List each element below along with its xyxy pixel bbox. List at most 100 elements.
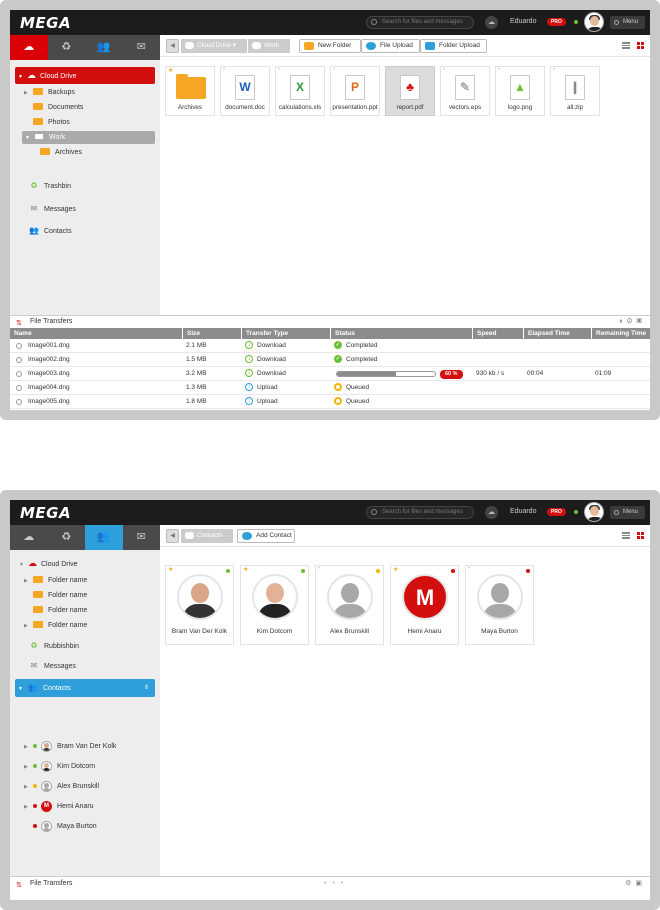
col-transfer-type[interactable]: Transfer Type	[241, 328, 330, 339]
row-select-icon[interactable]	[16, 399, 22, 405]
back-arrow-icon[interactable]: ◀	[166, 39, 179, 53]
col-elapsed-time[interactable]: Elapsed Time	[523, 328, 591, 339]
list-view-icon[interactable]	[622, 532, 630, 539]
contact-card[interactable]: ★ Kim Dotcom	[240, 565, 309, 645]
username[interactable]: Eduardo	[510, 18, 536, 25]
contacts-tab-icon[interactable]: 👥	[85, 525, 123, 550]
sidebar-item-messages[interactable]: ✉ Messages	[28, 659, 76, 673]
file-item[interactable]: • ♣ report.pdf	[385, 66, 435, 116]
tree-item-archives[interactable]: Archives	[40, 146, 82, 160]
tree-item-folder[interactable]: Folder name	[33, 604, 87, 618]
table-row[interactable]: Image002.dng 1.5 MB ↓ Download ✓ Completed	[10, 353, 650, 367]
file-item[interactable]: • Xcalculations.xls	[275, 66, 325, 116]
username[interactable]: Eduardo	[510, 508, 536, 515]
sidebar-contact-item[interactable]: ▶ M Hemi Anaru	[24, 800, 94, 814]
sidebar-item-trashbin[interactable]: ♻ Trashbin	[28, 179, 71, 193]
star-icon[interactable]: •	[388, 67, 390, 73]
menu-button[interactable]: Menu	[610, 506, 645, 519]
row-select-icon[interactable]	[16, 343, 22, 349]
tree-item-folder[interactable]: ▶ Folder name	[24, 619, 87, 633]
star-icon[interactable]: ★	[393, 566, 398, 573]
star-icon[interactable]: ★	[243, 566, 248, 573]
mega-logo[interactable]: MEGA	[20, 504, 71, 522]
tree-item-photos[interactable]: Photos	[33, 116, 70, 130]
col-speed[interactable]: Speed	[472, 328, 523, 339]
col-name[interactable]: Name	[10, 328, 182, 339]
transfer-controls-icons[interactable]: ⏸⚙▣	[619, 316, 646, 328]
star-icon[interactable]: •	[333, 67, 335, 73]
messages-tab-icon[interactable]: ✉	[123, 525, 161, 550]
star-icon[interactable]: ★	[168, 566, 173, 573]
menu-button[interactable]: Menu	[610, 16, 645, 29]
user-avatar[interactable]	[584, 12, 604, 32]
folder-upload-button[interactable]: Folder Upload	[420, 39, 487, 53]
search-input[interactable]: Search for files and messages	[366, 506, 474, 519]
file-item[interactable]: • Wdocument.doc	[220, 66, 270, 116]
breadcrumb-cloud-drive[interactable]: Cloud Drive ▾	[181, 39, 247, 53]
back-arrow-icon[interactable]: ◀	[166, 529, 179, 543]
sidebar-contact-item[interactable]: Maya Burton	[24, 820, 97, 834]
tree-item-work[interactable]: ▼ Work	[22, 131, 155, 144]
file-item[interactable]: • ❙ all.zip	[550, 66, 600, 116]
tree-item-cloud-drive[interactable]: ▼ ☁ Cloud Drive	[15, 67, 155, 84]
trash-tab-icon[interactable]: ♻	[48, 525, 86, 550]
row-select-icon[interactable]	[16, 357, 22, 363]
col-remaining-time[interactable]: Remaining Time	[591, 328, 650, 339]
user-avatar[interactable]	[584, 502, 604, 522]
sidebar-item-rubbishbin[interactable]: ♻ Rubbishbin	[28, 639, 79, 653]
sidebar-contact-item[interactable]: ▶ Alex Brunskill	[24, 780, 99, 794]
tree-item-cloud-drive[interactable]: ▼ ☁ Cloud Drive	[19, 556, 78, 570]
star-icon[interactable]: •	[468, 566, 470, 572]
contact-card[interactable]: ★ M Hemi Anaru	[390, 565, 459, 645]
add-contact-button[interactable]: Add Contact	[237, 529, 295, 543]
transfer-controls-icons[interactable]: ⚙▣	[625, 877, 646, 891]
file-item[interactable]: • ▲ logo.png	[495, 66, 545, 116]
cloud-tab-icon[interactable]: ☁	[10, 525, 48, 550]
contacts-tab-icon[interactable]: 👥	[85, 35, 123, 60]
star-icon[interactable]: •	[443, 67, 445, 73]
col-status[interactable]: Status	[330, 328, 472, 339]
sidebar-item-messages[interactable]: ✉ Messages	[28, 202, 76, 216]
tree-item-folder[interactable]: ▶ Folder name	[24, 574, 87, 588]
star-icon[interactable]: •	[318, 566, 320, 572]
sidebar-item-contacts[interactable]: 👥 Contacts	[28, 224, 72, 238]
contact-card[interactable]: • Alex Brunskill	[315, 565, 384, 645]
file-transfers-bar[interactable]: ⇅ File Transfers • • • ⚙▣	[10, 876, 650, 900]
grid-view-icon[interactable]	[637, 42, 644, 49]
star-icon[interactable]: •	[223, 67, 225, 73]
cloud-icon[interactable]: ☁	[485, 506, 498, 519]
star-icon[interactable]: •	[498, 67, 500, 73]
table-row[interactable]: Image003.dng 3.2 MB ↓ Download 60 % 930 kb / …	[10, 367, 650, 381]
search-input[interactable]: Search for files and messages	[366, 16, 474, 29]
tree-item-folder[interactable]: Folder name	[33, 589, 87, 603]
sidebar-contact-item[interactable]: ▶ Bram Van Der Kolk	[24, 740, 116, 754]
tree-item-documents[interactable]: Documents	[33, 101, 83, 115]
star-icon[interactable]: •	[553, 67, 555, 73]
star-icon[interactable]: •	[278, 67, 280, 73]
contact-card[interactable]: ★ Bram Van Der Kolk	[165, 565, 234, 645]
cloud-icon[interactable]: ☁	[485, 16, 498, 29]
row-select-icon[interactable]	[16, 371, 22, 377]
trash-tab-icon[interactable]: ♻	[48, 35, 86, 60]
new-folder-button[interactable]: New Folder	[299, 39, 361, 53]
table-row[interactable]: Image005.dng 1.8 MB ↑ Upload Queued	[10, 395, 650, 409]
breadcrumb-work[interactable]: Work	[248, 39, 290, 53]
resize-handle-icon[interactable]: • • •	[324, 877, 345, 891]
file-item[interactable]: ★ Archives	[165, 66, 215, 116]
file-item[interactable]: • ✎ vectors.eps	[440, 66, 490, 116]
breadcrumb-contacts[interactable]: Contacts	[181, 529, 233, 543]
file-transfers-bar[interactable]: ⇅ File Transfers ⏸⚙▣	[10, 315, 650, 327]
contact-card[interactable]: • Maya Burton	[465, 565, 534, 645]
table-row[interactable]: Image004.dng 1.3 MB ↑ Upload Queued	[10, 381, 650, 395]
file-item[interactable]: • Ppresentation.ppt	[330, 66, 380, 116]
mega-logo[interactable]: MEGA	[20, 14, 71, 32]
sidebar-contact-item[interactable]: ▶ Kim Dotcom	[24, 760, 95, 774]
grid-view-icon[interactable]	[637, 532, 644, 539]
cloud-tab-icon[interactable]: ☁	[10, 35, 48, 60]
list-view-icon[interactable]	[622, 42, 630, 49]
messages-tab-icon[interactable]: ✉	[123, 35, 161, 60]
row-select-icon[interactable]	[16, 385, 22, 391]
col-size[interactable]: Size	[182, 328, 241, 339]
file-upload-button[interactable]: File Upload	[361, 39, 420, 53]
tree-item-backups[interactable]: ▶ Backups	[24, 86, 75, 100]
